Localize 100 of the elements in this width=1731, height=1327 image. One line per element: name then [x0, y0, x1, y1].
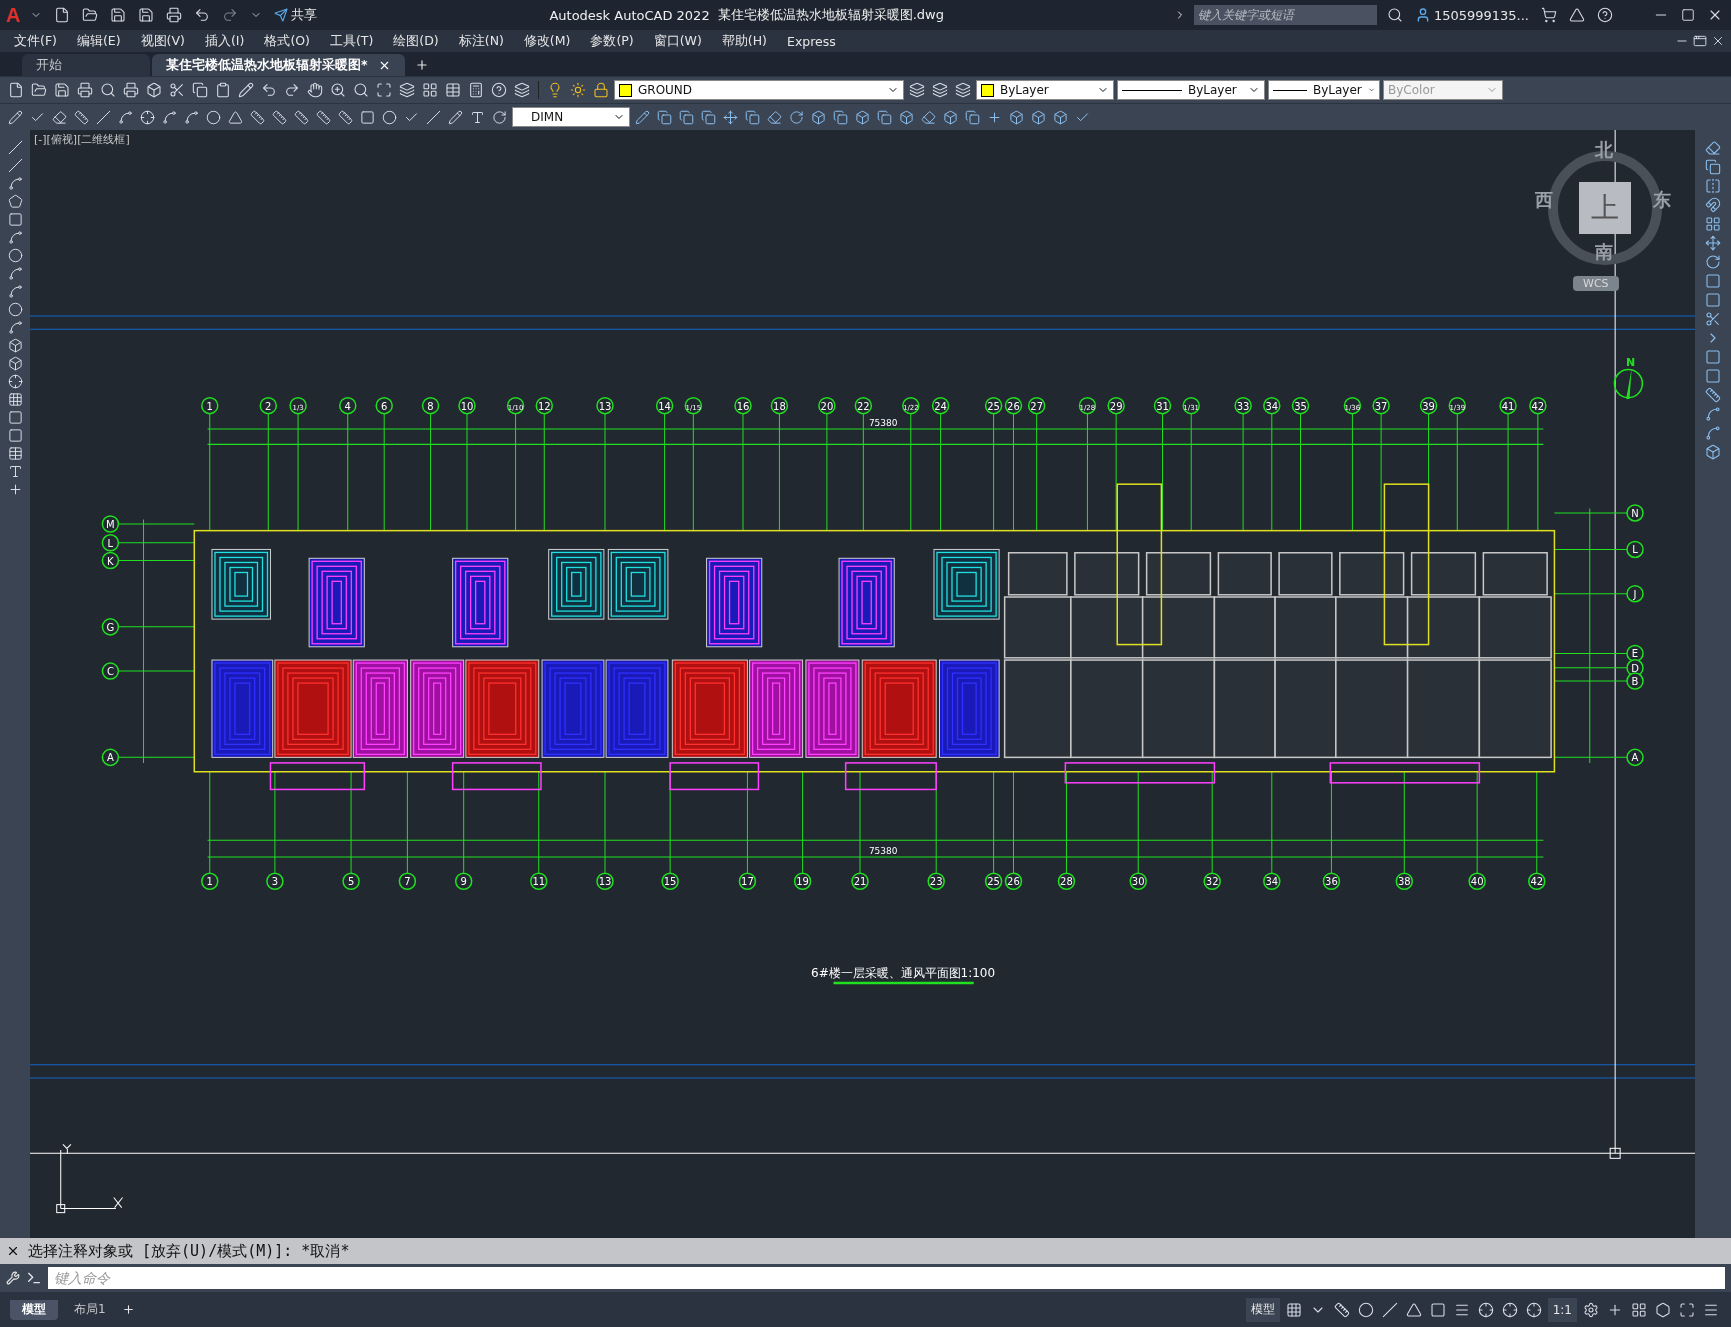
- axis-bubble: 35: [1291, 396, 1310, 415]
- menu-item[interactable]: 帮助(H): [711, 32, 777, 50]
- axis-bubble: N: [1626, 504, 1644, 522]
- make-current-icon[interactable]: [907, 82, 927, 98]
- new-tab-icon[interactable]: [414, 58, 429, 72]
- center-mark-icon[interactable]: [380, 109, 399, 125]
- document-tab[interactable]: 开始: [22, 54, 150, 76]
- plot-icon[interactable]: [121, 82, 141, 98]
- update-icon[interactable]: [490, 109, 509, 125]
- axis-bubble: 22: [854, 396, 873, 415]
- layer-thaw-icon[interactable]: [568, 82, 588, 98]
- menu-item[interactable]: 窗口(W): [643, 32, 712, 50]
- menu-item[interactable]: 文件(F): [4, 32, 67, 50]
- compass-label[interactable]: 西: [1535, 188, 1553, 212]
- user-account-button[interactable]: 1505999135...: [1412, 7, 1531, 23]
- axis-bubble: 15: [661, 872, 679, 890]
- axis-bubble: M: [101, 515, 120, 533]
- axis-bubble: 28: [1057, 872, 1076, 890]
- design-center-icon[interactable]: [420, 82, 440, 98]
- linetype-dropdown[interactable]: ByLayer: [1117, 80, 1265, 100]
- menu-item[interactable]: 参数(P): [580, 32, 644, 50]
- window-title: Autodesk AutoCAD 2022: [549, 7, 710, 23]
- search-field[interactable]: 键入关键字或短语: [1193, 5, 1377, 25]
- cart-icon[interactable]: [1539, 7, 1559, 23]
- lineweight-dropdown[interactable]: ByLayer: [1268, 80, 1380, 100]
- menu-item[interactable]: 编辑(E): [66, 32, 131, 50]
- copy-icon[interactable]: [1703, 159, 1723, 175]
- annotation-scale-button[interactable]: 1:1: [1547, 1297, 1577, 1322]
- axis-bubble: 42: [1529, 396, 1547, 415]
- erase-icon[interactable]: [765, 109, 784, 125]
- axis-bubble: 13: [596, 396, 614, 415]
- layer-manager-icon[interactable]: [512, 82, 532, 98]
- style-edit-icon[interactable]: [633, 109, 652, 125]
- save-icon[interactable]: [52, 82, 72, 98]
- recent-commands-icon[interactable]: [26, 1270, 42, 1286]
- settings-icon[interactable]: [1581, 1301, 1601, 1318]
- axis-bubble: 2: [259, 396, 277, 415]
- menu-item[interactable]: 插入(I): [194, 32, 255, 50]
- layout-tab[interactable]: 模型: [10, 1299, 58, 1320]
- customize-icon[interactable]: [6, 1271, 20, 1285]
- pan-icon[interactable]: [305, 82, 325, 98]
- close-command-line-icon[interactable]: [6, 1244, 20, 1258]
- full-screen-icon[interactable]: [1677, 1301, 1697, 1318]
- command-input[interactable]: 键入命令: [48, 1267, 1725, 1289]
- compass-label[interactable]: 南: [1595, 240, 1613, 264]
- help-icon[interactable]: [1595, 7, 1615, 23]
- rotate-icon[interactable]: [1703, 254, 1723, 270]
- layer-dropdown[interactable]: GROUND: [614, 80, 904, 100]
- dimension-text: 75380: [868, 845, 898, 856]
- menu-item[interactable]: 绘图(D): [383, 32, 449, 50]
- layer-lock-icon[interactable]: [591, 82, 611, 98]
- workspace-icon[interactable]: [1629, 1301, 1649, 1318]
- axis-bubble: A: [1626, 748, 1644, 767]
- move-icon[interactable]: [1703, 235, 1723, 251]
- document-tab[interactable]: 某住宅楼低温热水地板辐射采暖图*: [152, 54, 405, 76]
- arc-length-icon[interactable]: [116, 109, 135, 125]
- viewport-controls[interactable]: [-][俯视][二维线框]: [34, 132, 130, 147]
- print-icon[interactable]: [75, 82, 95, 98]
- rotate-icon[interactable]: [787, 109, 806, 125]
- aligned-dimension-icon[interactable]: [94, 109, 113, 125]
- blend-icon[interactable]: [1703, 425, 1723, 441]
- restore-icon[interactable]: [1691, 34, 1709, 48]
- color-dropdown[interactable]: ByLayer: [976, 80, 1114, 100]
- maximize-icon[interactable]: [1679, 8, 1697, 22]
- viewcube-face[interactable]: 上: [1579, 182, 1631, 234]
- add-layout-icon[interactable]: [121, 1303, 135, 1316]
- compass-label[interactable]: 东: [1653, 188, 1671, 212]
- help-icon[interactable]: [489, 82, 509, 98]
- axis-bubble: J: [1626, 584, 1644, 603]
- radius-icon[interactable]: [160, 109, 179, 125]
- menu-item[interactable]: 工具(T): [319, 32, 384, 50]
- axis-bubble: 25: [984, 396, 1003, 415]
- dimension-edit-icon[interactable]: [446, 109, 465, 125]
- command-history: 选择注释对象或 [放弃(U)/模式(M)]: *取消*: [28, 1241, 350, 1261]
- fillet-icon[interactable]: [1703, 406, 1723, 422]
- menu-item[interactable]: 标注(N): [448, 32, 514, 50]
- dimension-style-dropdown[interactable]: DIMN: [512, 107, 630, 127]
- move-icon[interactable]: [721, 109, 740, 125]
- linear-dimension-icon[interactable]: [72, 109, 91, 125]
- menu-item[interactable]: 修改(M): [513, 32, 581, 50]
- axis-bubble: 4: [339, 396, 357, 415]
- edit-icon[interactable]: [6, 109, 25, 125]
- erase-icon[interactable]: [1703, 140, 1723, 156]
- zoom-extents-icon[interactable]: [374, 82, 394, 98]
- menu-item[interactable]: Express: [777, 33, 846, 49]
- paper-plane-icon: [274, 8, 289, 22]
- axis-bubble: 38: [1395, 872, 1414, 890]
- eraser-icon[interactable]: [50, 109, 69, 125]
- jog-line-icon[interactable]: [424, 109, 443, 125]
- compass-label[interactable]: 北: [1595, 138, 1613, 162]
- axis-bubble: 17: [738, 872, 757, 890]
- menu-item[interactable]: 格式(O): [254, 32, 320, 50]
- share-button[interactable]: 共享: [272, 6, 320, 24]
- menu-item[interactable]: 视图(V): [130, 32, 195, 50]
- plot-style-dropdown: ByColor: [1383, 80, 1503, 100]
- jogged-icon[interactable]: [182, 109, 201, 125]
- copy-icon[interactable]: [190, 82, 210, 98]
- diameter-icon[interactable]: [204, 109, 223, 125]
- model-space-button[interactable]: 模型: [1245, 1297, 1280, 1322]
- open-folder-icon[interactable]: [29, 82, 49, 98]
